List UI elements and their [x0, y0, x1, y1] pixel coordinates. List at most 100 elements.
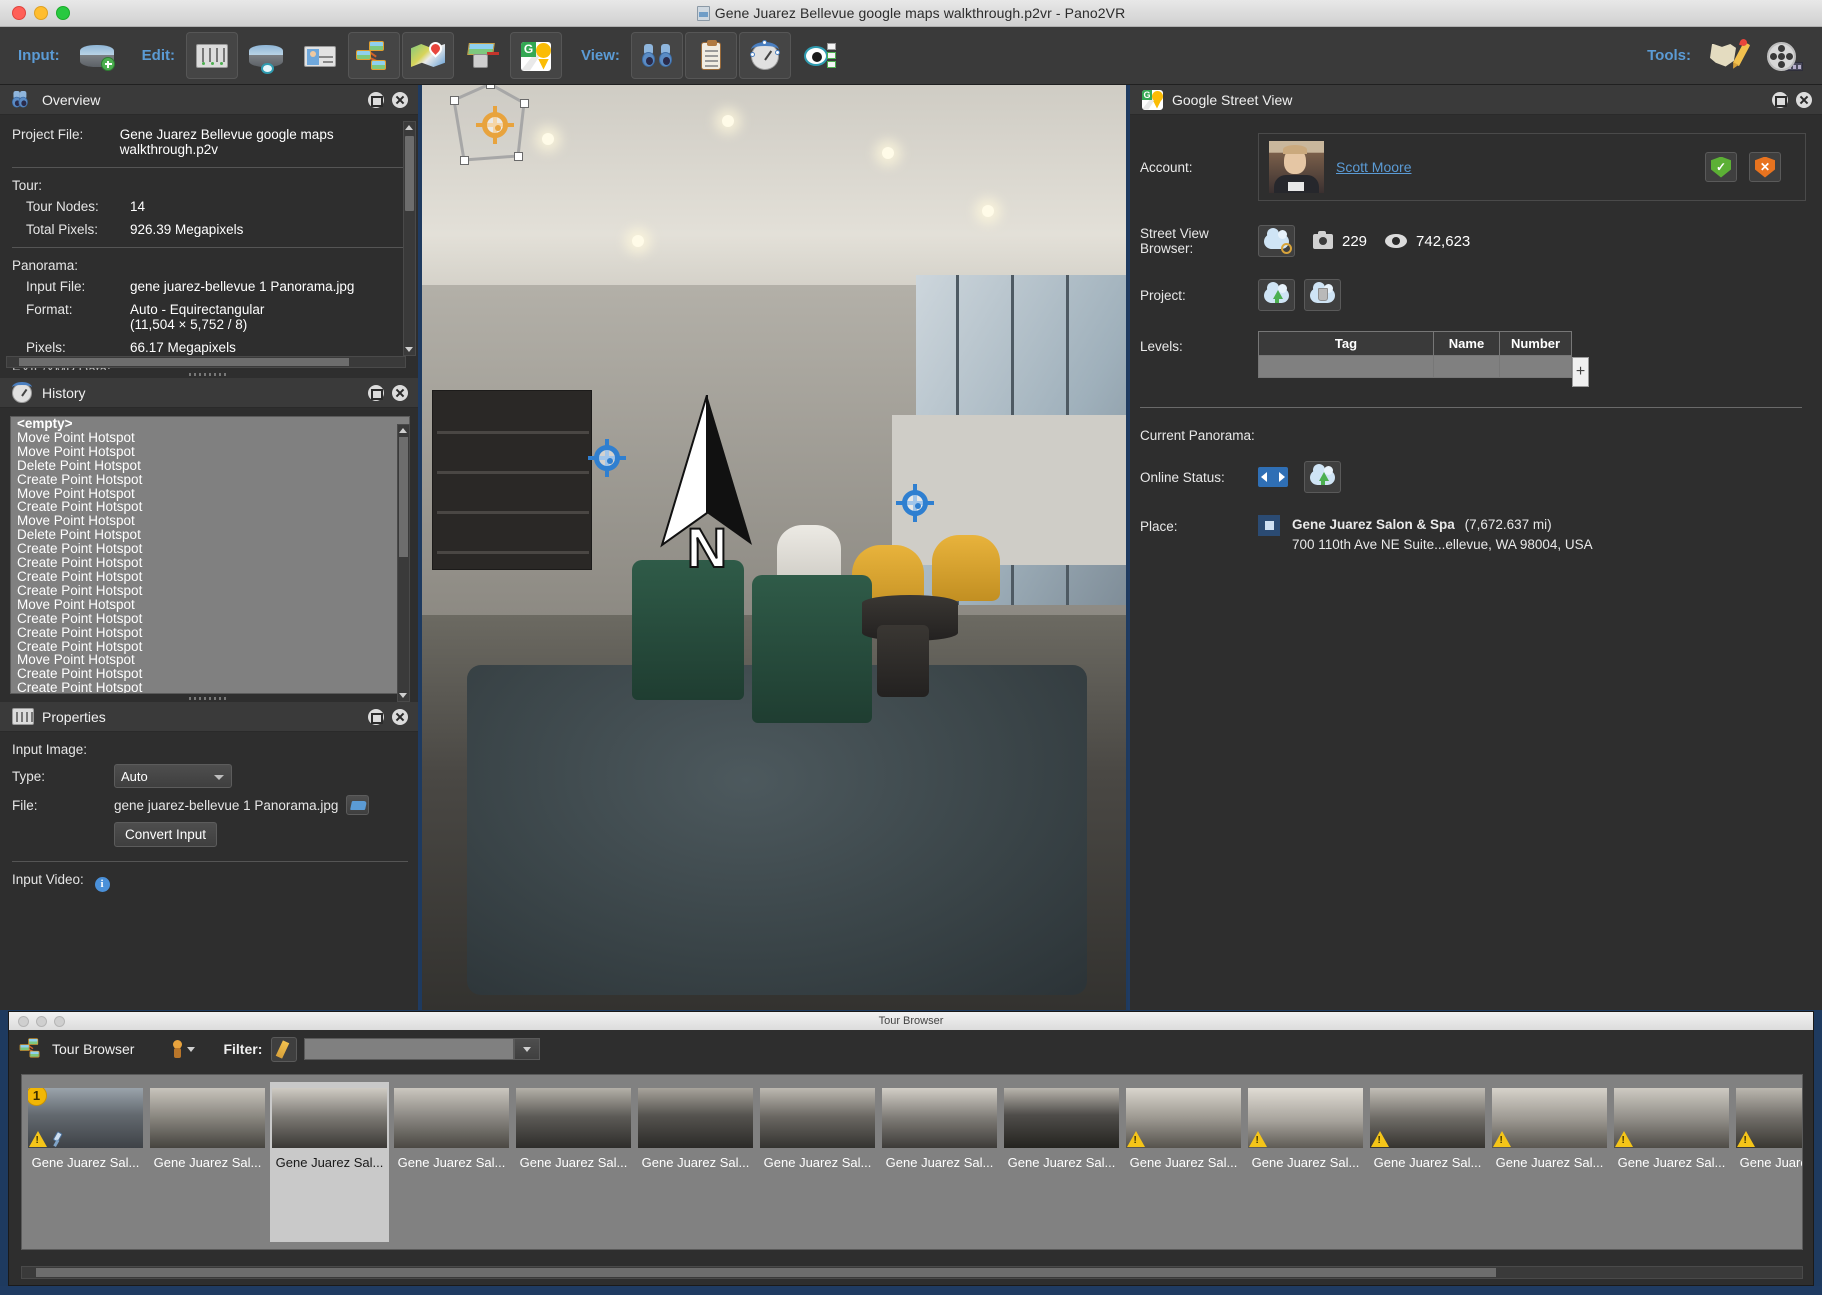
history-scrollbar[interactable] [397, 424, 410, 702]
list-item[interactable]: Create Point Hotspot [11, 472, 409, 487]
list-item[interactable]: Move Point Hotspot [11, 653, 409, 667]
visibility-button[interactable] [793, 32, 845, 79]
info-icon[interactable]: i [94, 877, 110, 892]
revoke-account-button[interactable]: ✕ [1749, 152, 1781, 182]
list-item[interactable]: Create Point Hotspot [11, 667, 409, 681]
scroll-down-icon[interactable] [398, 690, 409, 701]
filter-input[interactable] [304, 1038, 515, 1060]
list-item[interactable]: <empty> [11, 417, 409, 431]
list-item[interactable]: Move Point Hotspot [11, 444, 409, 459]
list-item[interactable]: Create Point Hotspot [11, 556, 409, 570]
tour-thumbnail-item[interactable]: Gene Juarez Sal... [1246, 1082, 1365, 1242]
tour-thumbnail-item[interactable]: Gene Juarez Sal... [636, 1082, 755, 1242]
authorize-account-button[interactable]: ✓ [1705, 152, 1737, 182]
open-street-view-browser-button[interactable] [1258, 225, 1295, 257]
hotspot-selected[interactable] [450, 85, 529, 165]
close-icon[interactable] [392, 384, 408, 401]
levels-cell-name[interactable] [1433, 355, 1500, 378]
user-data-button[interactable] [294, 32, 346, 79]
tour-thumbnail-item[interactable]: Gene Juarez Sal... [1124, 1082, 1243, 1242]
overview-vertical-scrollbar[interactable] [403, 121, 416, 356]
list-item[interactable]: Create Point Hotspot [11, 583, 409, 598]
list-item[interactable]: Create Point Hotspot [11, 681, 409, 693]
google-street-view-button[interactable]: G [509, 32, 562, 79]
delete-project-button[interactable] [1304, 279, 1341, 311]
panorama-viewer[interactable]: N [422, 85, 1126, 1010]
skin-editor-button[interactable] [1702, 32, 1754, 79]
tour-thumbnail-item[interactable]: Gene Juarez Sal... [392, 1082, 511, 1242]
filter-dropdown-button[interactable] [514, 1038, 541, 1060]
scroll-up-icon[interactable] [398, 425, 409, 436]
resize-handle[interactable] [450, 96, 459, 105]
undock-icon[interactable] [1772, 91, 1788, 108]
overview-panel-actions[interactable] [368, 91, 408, 108]
properties-button[interactable] [185, 32, 238, 79]
history-list[interactable]: <empty> Move Point Hotspot Move Point Hots… [10, 416, 410, 694]
tour-thumbnail-item[interactable]: Gene Juarez Sal... [758, 1082, 877, 1242]
close-icon[interactable] [392, 91, 408, 108]
tour-thumbnail-item[interactable]: Gene Juarez Sal... [1612, 1082, 1731, 1242]
account-name-link[interactable]: Scott Moore [1336, 159, 1411, 175]
add-panorama-button[interactable] [71, 32, 123, 79]
undock-icon[interactable] [368, 91, 384, 108]
history-button[interactable] [684, 32, 737, 79]
hotspot-left[interactable] [588, 439, 626, 477]
tour-thumbnail-item[interactable]: Gene Juarez Sal... [1002, 1082, 1121, 1242]
list-item[interactable]: Create Point Hotspot [11, 500, 409, 514]
overview-horizontal-scrollbar[interactable] [6, 356, 406, 368]
table-row[interactable] [1258, 355, 1572, 378]
list-item[interactable]: Move Point Hotspot [11, 486, 409, 501]
list-item[interactable]: Create Point Hotspot [11, 570, 409, 584]
place-marker-icon[interactable] [1258, 515, 1280, 536]
hotspot-right[interactable] [896, 484, 934, 522]
undock-icon[interactable] [368, 708, 384, 725]
scroll-up-icon[interactable] [404, 122, 415, 133]
upload-project-button[interactable] [1258, 279, 1295, 311]
scroll-thumb[interactable] [19, 358, 349, 366]
tour-browser-horizontal-scrollbar[interactable] [21, 1266, 1803, 1279]
levels-cell-number[interactable] [1499, 355, 1572, 378]
connection-toggle[interactable] [1258, 467, 1288, 487]
animation-editor-button[interactable] [1756, 32, 1808, 79]
browse-file-button[interactable] [346, 795, 370, 815]
list-item[interactable]: Create Point Hotspot [11, 542, 409, 556]
tour-thumbnail-item[interactable]: Gene Juarez Sal... [1734, 1082, 1802, 1242]
upload-panorama-button[interactable] [1304, 461, 1341, 493]
list-item[interactable]: Create Point Hotspot [11, 611, 409, 626]
tour-thumbnail-item[interactable]: Gene Juarez Sal... [270, 1082, 389, 1242]
tour-thumbnail-item[interactable]: Gene Juarez Sal... [1490, 1082, 1609, 1242]
history-panel-actions[interactable] [368, 384, 408, 401]
video-export-button[interactable] [456, 32, 508, 79]
list-item[interactable]: Move Point Hotspot [11, 431, 409, 445]
properties-panel-actions[interactable] [368, 708, 408, 725]
pegman-dropdown-button[interactable] [172, 1040, 196, 1058]
viewing-parameters-button[interactable] [240, 32, 292, 79]
close-icon[interactable] [392, 708, 408, 725]
edit-filter-button[interactable] [271, 1036, 298, 1062]
tour-browser-button[interactable] [347, 32, 400, 79]
list-item[interactable]: Move Point Hotspot [11, 514, 409, 528]
convert-input-button[interactable]: Convert Input [114, 822, 218, 847]
list-item[interactable]: Delete Point Hotspot [11, 528, 409, 542]
scroll-thumb[interactable] [36, 1268, 1496, 1277]
scroll-down-icon[interactable] [404, 344, 415, 355]
scroll-thumb[interactable] [405, 136, 414, 211]
scroll-thumb[interactable] [399, 437, 408, 557]
tour-thumbnail-item[interactable]: Gene Juarez Sal... [880, 1082, 999, 1242]
tour-thumbnail-item[interactable]: Gene Juarez Sal... [1368, 1082, 1487, 1242]
list-item[interactable]: Delete Point Hotspot [11, 458, 409, 473]
undock-icon[interactable] [368, 384, 384, 401]
type-select[interactable]: Auto [114, 764, 232, 788]
tour-thumbnail-item[interactable]: Gene Juarez Sal... [514, 1082, 633, 1242]
levels-cell-tag[interactable] [1258, 355, 1434, 378]
levels-table[interactable]: Tag Name Number [1258, 331, 1572, 378]
map-editor-button[interactable] [401, 32, 454, 79]
tour-thumbnail-item[interactable]: Gene Juarez Sal... [148, 1082, 267, 1242]
panel-resize-grip[interactable] [0, 370, 418, 378]
list-item[interactable]: Create Point Hotspot [11, 625, 409, 640]
resize-handle[interactable] [514, 152, 523, 161]
viewing-direction-button[interactable] [738, 32, 791, 79]
panel-resize-grip[interactable] [0, 694, 418, 702]
resize-handle[interactable] [486, 85, 495, 89]
tour-thumbnail-strip[interactable]: 1 Gene Juarez Sal... Gene Juarez Sal... Gen… [21, 1074, 1803, 1250]
